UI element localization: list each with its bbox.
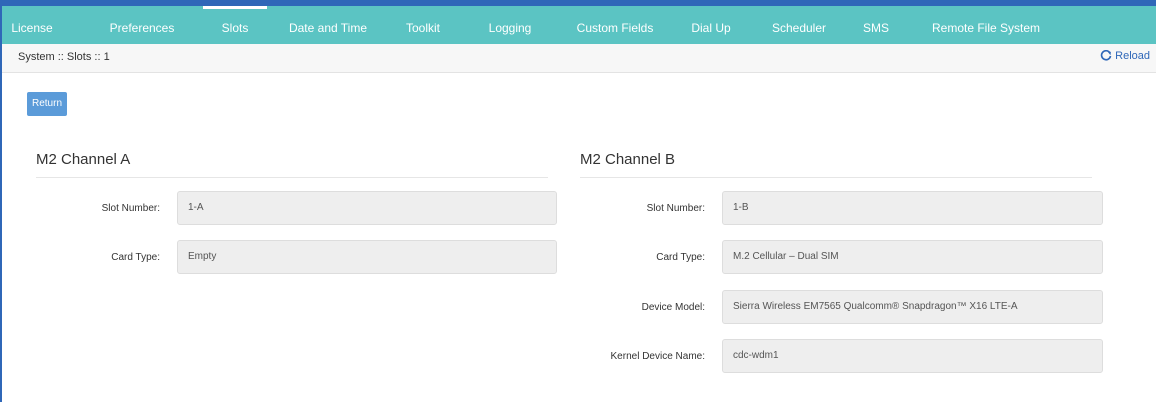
tab-remote-file-system[interactable]: Remote File System xyxy=(924,12,1048,44)
channel-b-slot-number-field[interactable]: 1-B xyxy=(722,191,1103,225)
channel-b-device-model-label: Device Model: xyxy=(641,302,705,313)
channel-b-card-type-label: Card Type: xyxy=(656,252,705,263)
tab-custom-fields[interactable]: Custom Fields xyxy=(568,12,662,44)
top-tab-bar: License Preferences Slots Date and Time … xyxy=(2,0,1156,44)
channel-a-card-type-label: Card Type: xyxy=(111,252,160,263)
tab-license[interactable]: License xyxy=(10,12,54,44)
channel-a-slot-number-field[interactable]: 1-A xyxy=(177,191,557,225)
reload-label: Reload xyxy=(1115,50,1150,62)
channel-a-slot-number-label: Slot Number: xyxy=(101,203,160,214)
refresh-icon xyxy=(1100,50,1112,61)
channel-b-title: M2 Channel B xyxy=(580,151,676,168)
channel-b-card-type-field[interactable]: M.2 Cellular – Dual SIM xyxy=(722,240,1103,274)
channel-b-kernel-device-name-label: Kernel Device Name: xyxy=(610,351,705,362)
reload-button[interactable]: Reload xyxy=(1100,50,1150,62)
channel-a-card-type-field[interactable]: Empty xyxy=(177,240,557,274)
channel-b-divider xyxy=(580,177,1092,178)
tab-logging[interactable]: Logging xyxy=(480,12,540,44)
breadcrumb-bar: System :: Slots :: 1 Reload xyxy=(2,44,1156,73)
tab-date-and-time[interactable]: Date and Time xyxy=(282,12,374,44)
tab-sms[interactable]: SMS xyxy=(856,12,896,44)
channel-a-title: M2 Channel A xyxy=(36,151,131,168)
tab-dial-up[interactable]: Dial Up xyxy=(684,12,738,44)
tab-toolkit[interactable]: Toolkit xyxy=(398,12,448,44)
return-button[interactable]: Return xyxy=(27,92,67,116)
channel-b-kernel-device-name-field[interactable]: cdc-wdm1 xyxy=(722,339,1103,373)
channel-a-divider xyxy=(36,177,548,178)
channel-b-device-model-field[interactable]: Sierra Wireless EM7565 Qualcomm® Snapdra… xyxy=(722,290,1103,324)
tab-scheduler[interactable]: Scheduler xyxy=(764,12,834,44)
tab-slots[interactable]: Slots xyxy=(203,6,267,44)
tab-preferences[interactable]: Preferences xyxy=(104,12,180,44)
breadcrumb: System :: Slots :: 1 xyxy=(18,51,110,63)
channel-b-slot-number-label: Slot Number: xyxy=(646,203,705,214)
